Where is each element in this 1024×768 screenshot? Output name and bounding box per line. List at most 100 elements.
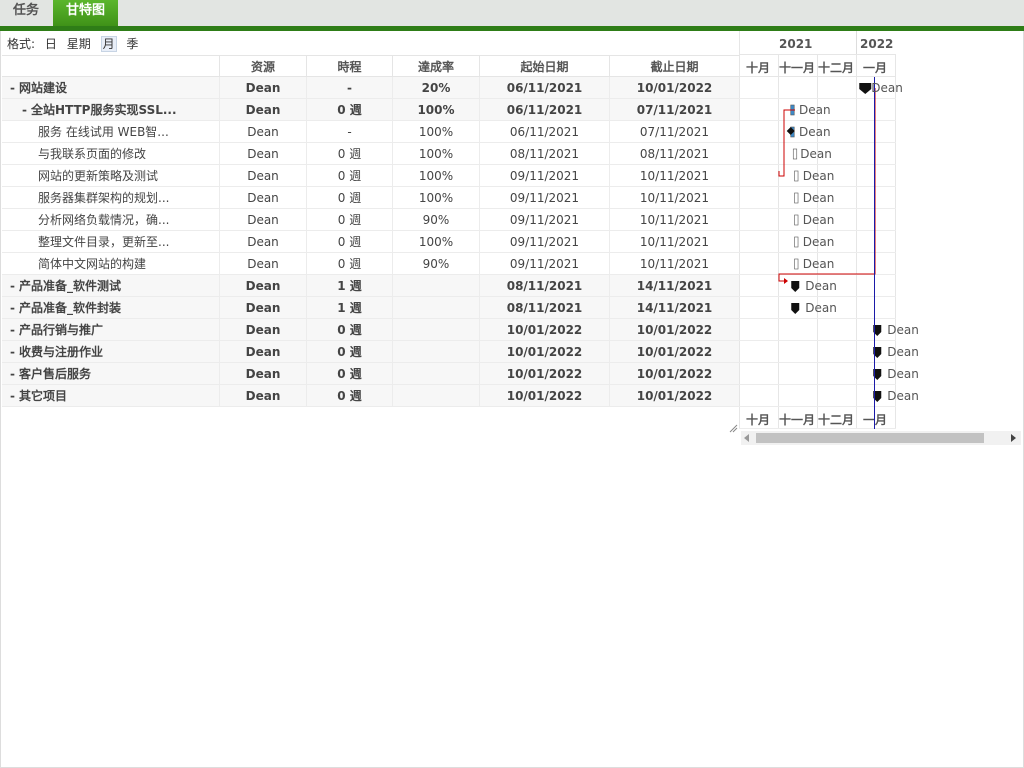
table-row[interactable]: - 其它项目 Dean 0 週 10/01/2022 10/01/2022 (2, 385, 739, 407)
gantt-bar-label: Dean (800, 147, 832, 161)
task-name: - 产品行销与推广 (2, 319, 219, 340)
task-start: 09/11/2021 (479, 209, 609, 230)
collapse-toggle-icon[interactable]: - (10, 279, 15, 293)
task-name-label: 其它项目 (18, 389, 67, 403)
collapse-toggle-icon[interactable]: - (10, 301, 15, 315)
header-progress[interactable]: 達成率 (392, 55, 479, 77)
table-row[interactable]: - 收费与注册作业 Dean 0 週 10/01/2022 10/01/2022 (2, 341, 739, 363)
table-row[interactable]: 服务 在线试用 WEB智... Dean -100% 06/11/2021 07/11/… (2, 121, 739, 143)
gantt-bar-label: Dean (798, 103, 831, 117)
task-duration: 0 週 (306, 209, 392, 230)
task-name: - 产品准备_软件封装 (2, 297, 219, 318)
task-end: 10/01/2022 (609, 319, 739, 340)
header-start[interactable]: 起始日期 (479, 55, 609, 77)
task-duration: 0 週 (306, 165, 392, 186)
tab-gantt[interactable]: 甘特图 (53, 0, 118, 26)
task-start: 10/01/2022 (479, 363, 609, 384)
task-name: - 收费与注册作业 (2, 341, 219, 362)
format-option-day[interactable]: 日 (45, 37, 57, 51)
task-end: 07/11/2021 (609, 99, 739, 120)
format-option-week[interactable]: 星期 (67, 37, 91, 51)
task-duration: 0 週 (306, 319, 392, 340)
collapse-toggle-icon[interactable]: - (10, 389, 15, 403)
table-row[interactable]: 简体中文网站的构建 Dean 0 週 90% 09/11/2021 10/11/2021 (2, 253, 739, 275)
header-resource[interactable]: 资源 (219, 55, 306, 77)
task-progress (392, 363, 479, 384)
header-end[interactable]: 截止日期 (609, 55, 739, 77)
task-name-label: 服务 在线试用 WEB智... (38, 125, 169, 139)
gantt-scrollbar[interactable] (741, 431, 1021, 445)
task-start: 09/11/2021 (479, 187, 609, 208)
table-row[interactable]: 整理文件目录，更新至... Dean 0 週 100% 09/11/2021 10/11/… (2, 231, 739, 253)
task-duration: 0 週 (306, 99, 392, 120)
collapse-toggle-icon[interactable]: - (10, 323, 15, 337)
format-option-quarter[interactable]: 季 (126, 37, 138, 51)
table-row[interactable]: - 客户售后服务 Dean 0 週 10/01/2022 10/01/2022 (2, 363, 739, 385)
task-name-label: 分析网络负载情况，确... (38, 213, 170, 227)
tab-tasks[interactable]: 任务 (0, 0, 52, 26)
task-name-label: 客户售后服务 (18, 367, 91, 381)
gantt-milestone (791, 281, 800, 292)
task-resource: Dean (219, 319, 306, 340)
table-row[interactable]: 与我联系页面的修改 Dean 0 週 100% 08/11/2021 08/11/2021 (2, 143, 739, 165)
table-row[interactable]: - 产品行销与推广 Dean 0 週 10/01/2022 10/01/2022 (2, 319, 739, 341)
task-duration: 0 週 (306, 231, 392, 252)
gantt-bar-label: Dean (802, 191, 835, 205)
resize-grip-icon[interactable] (729, 418, 738, 433)
collapse-toggle-icon[interactable]: - (10, 81, 15, 95)
task-name: - 全站HTTP服务实现SSL... (2, 99, 219, 120)
task-name-label: 产品行销与推广 (18, 323, 103, 337)
task-name: 整理文件目录，更新至... (2, 231, 219, 252)
task-start: 06/11/2021 (479, 77, 609, 98)
collapse-toggle-icon[interactable]: - (10, 345, 15, 359)
gantt-bar-label: Dean (802, 213, 835, 227)
format-label: 格式: (7, 37, 36, 51)
task-progress (392, 297, 479, 318)
format-option-month[interactable]: 月 (100, 36, 117, 52)
gantt-bar-label: Dean (887, 323, 919, 337)
task-progress: 90% (392, 209, 479, 230)
table-row[interactable]: 服务器集群架构的规划... Dean 0 週 100% 09/11/2021 10/11/… (2, 187, 739, 209)
task-progress: 100% (392, 143, 479, 164)
table-row[interactable]: 分析网络负载情况，确... Dean 0 週 90% 09/11/2021 10/11/2… (2, 209, 739, 231)
table-row[interactable]: - 全站HTTP服务实现SSL... Dean 0 週 100% 06/11/2021 07… (2, 99, 739, 121)
task-start: 10/01/2022 (479, 385, 609, 406)
task-duration: 0 週 (306, 341, 392, 362)
gantt-bar-label: Dean (887, 345, 919, 359)
table-row[interactable]: - 产品准备_软件测试 Dean 1 週 08/11/2021 14/11/2021 (2, 275, 739, 297)
task-name: 与我联系页面的修改 (2, 143, 219, 164)
table-row[interactable]: - 网站建设 Dean -20% 06/11/2021 10/01/2022 (2, 77, 739, 99)
gantt-bar-label: Dean (802, 257, 835, 271)
task-progress (392, 385, 479, 406)
task-name: 简体中文网站的构建 (2, 253, 219, 274)
task-progress: 90% (392, 253, 479, 274)
scroll-thumb[interactable] (756, 433, 984, 443)
dependency-arrow-icon (784, 278, 788, 284)
task-progress: 100% (392, 187, 479, 208)
scroll-left-icon[interactable] (744, 434, 749, 442)
task-name: 服务器集群架构的规划... (2, 187, 219, 208)
task-name-label: 产品准备_软件封装 (18, 301, 121, 315)
tab-bar: 任务 甘特图 (0, 0, 1024, 26)
gantt-bar (794, 170, 799, 182)
task-progress: 100% (392, 99, 479, 120)
task-progress: 20% (392, 77, 479, 98)
task-resource: Dean (219, 363, 306, 384)
task-end: 10/01/2022 (609, 363, 739, 384)
collapse-toggle-icon[interactable]: - (22, 103, 27, 117)
task-name-label: 全站HTTP服务实现SSL... (30, 103, 177, 117)
scroll-right-icon[interactable] (1011, 434, 1016, 442)
task-resource: Dean (219, 341, 306, 362)
task-progress (392, 275, 479, 296)
format-bar: 格式: 日 星期 月 季 (7, 36, 144, 52)
header-duration[interactable]: 時程 (306, 55, 392, 77)
task-end: 07/11/2021 (609, 121, 739, 142)
task-duration: 0 週 (306, 253, 392, 274)
task-start: 09/11/2021 (479, 253, 609, 274)
task-progress (392, 319, 479, 340)
table-row[interactable]: - 产品准备_软件封装 Dean 1 週 08/11/2021 14/11/2021 (2, 297, 739, 319)
task-end: 14/11/2021 (609, 297, 739, 318)
collapse-toggle-icon[interactable]: - (10, 367, 15, 381)
task-end: 10/01/2022 (609, 341, 739, 362)
table-row[interactable]: 网站的更新策略及测试 Dean 0 週 100% 09/11/2021 10/11/202… (2, 165, 739, 187)
